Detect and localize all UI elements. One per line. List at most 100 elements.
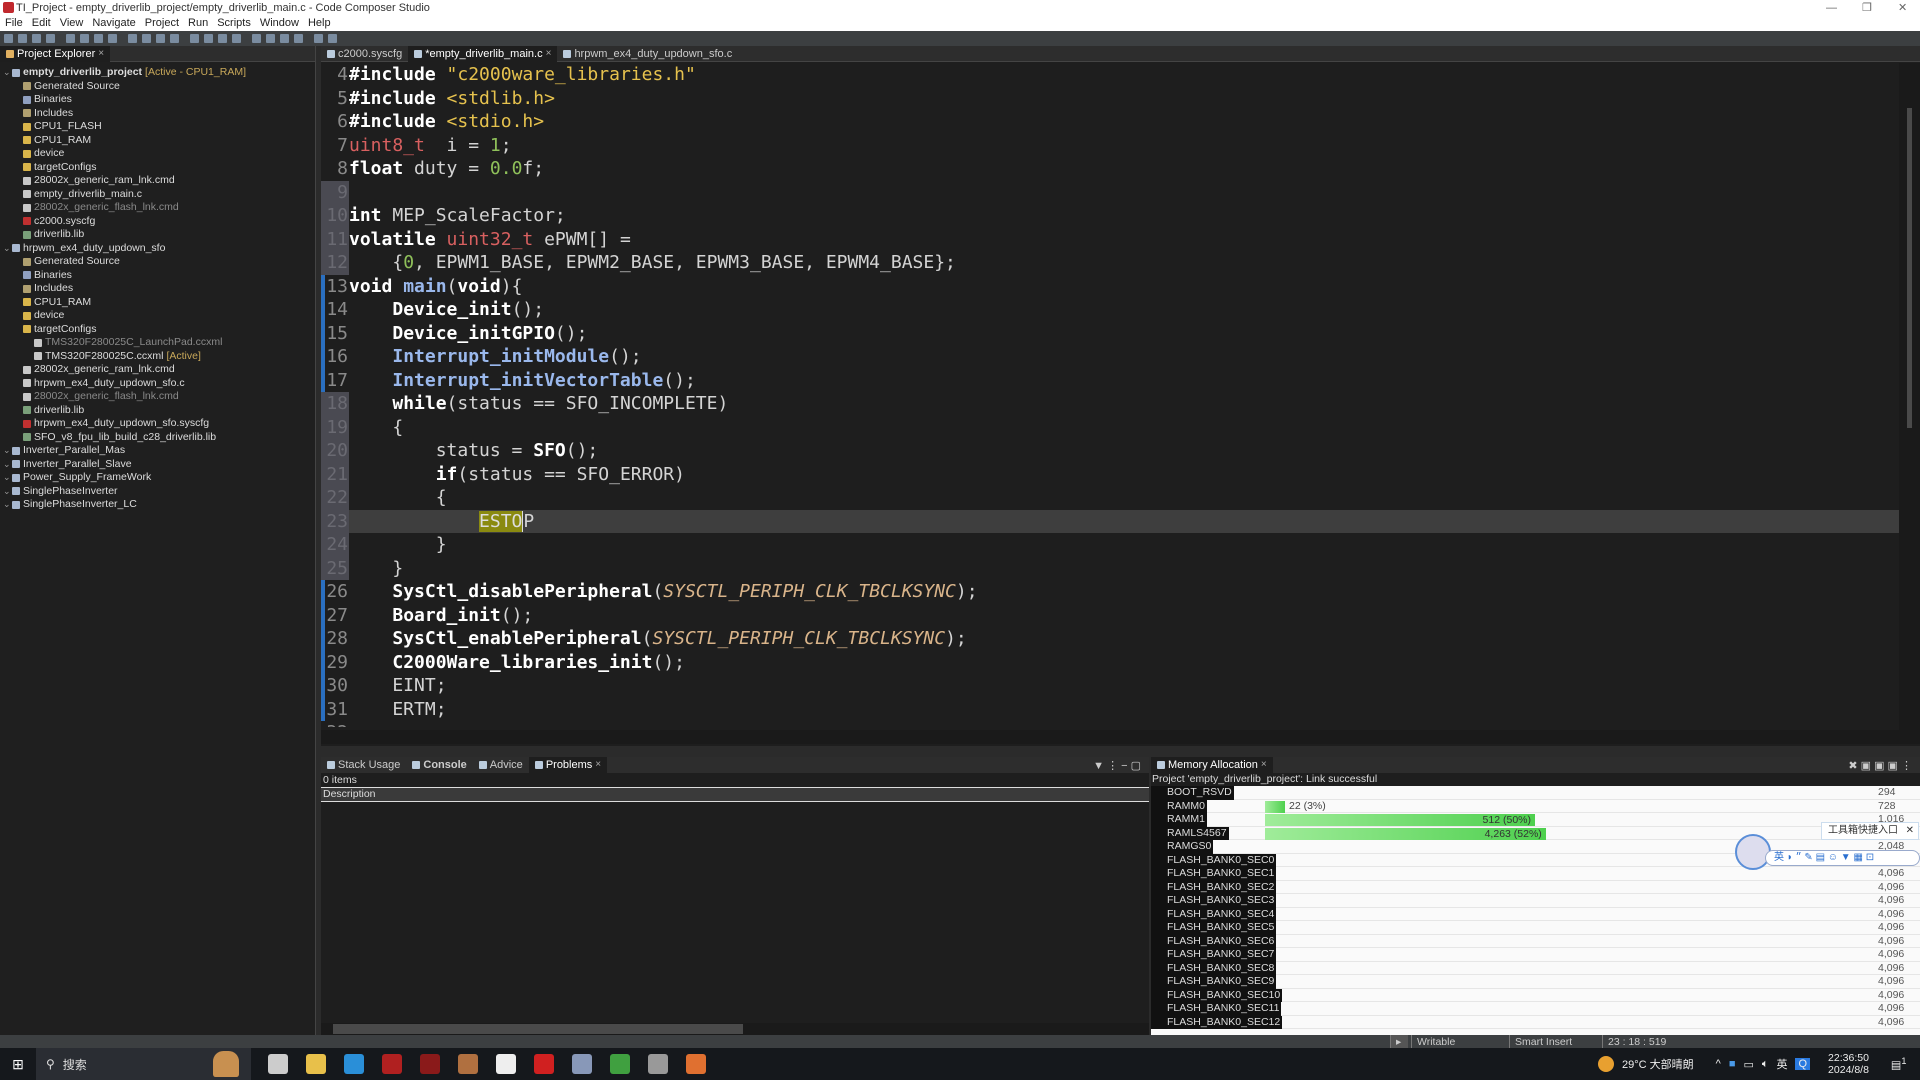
tree-item[interactable]: Includes <box>0 282 315 296</box>
close-icon[interactable]: × <box>98 46 104 62</box>
mic-app-icon[interactable] <box>686 1054 706 1074</box>
expand-arrow-icon[interactable]: ⌄ <box>3 498 11 512</box>
toolbar-button-icon[interactable] <box>46 34 55 43</box>
tree-item[interactable]: CPU1_RAM <box>0 296 315 310</box>
tree-item[interactable]: empty_driverlib_main.c <box>0 188 315 202</box>
vertical-scrollbar[interactable] <box>1899 63 1920 744</box>
tab-stack-usage[interactable]: Stack Usage <box>321 757 406 773</box>
code-line[interactable]: 27 Board_init(); <box>321 604 1899 628</box>
memory-row[interactable]: BOOT_RSVD 294 <box>1151 786 1920 800</box>
code-line[interactable]: 24 } <box>321 533 1899 557</box>
memory-row[interactable]: FLASH_BANK0_SEC3 4,096 <box>1151 894 1920 908</box>
tab-project-explorer[interactable]: Project Explorer × <box>0 45 111 62</box>
wps-app-icon[interactable] <box>496 1054 516 1074</box>
column-header-description[interactable]: Description <box>321 787 1149 802</box>
tree-item[interactable]: hrpwm_ex4_duty_updown_sfo.syscfg <box>0 417 315 431</box>
code-line[interactable]: 5 #include <stdlib.h> <box>321 87 1899 111</box>
toolbar-button-icon[interactable] <box>294 34 303 43</box>
tab-console[interactable]: Console <box>406 757 472 773</box>
code-line[interactable]: 19 { <box>321 415 1899 439</box>
start-button[interactable]: ⊞ <box>0 1056 36 1073</box>
expand-arrow-icon[interactable]: ⌄ <box>3 485 11 499</box>
volume-icon[interactable]: 🔈︎ <box>1762 1058 1769 1071</box>
tree-item[interactable]: hrpwm_ex4_duty_updown_sfo.c <box>0 377 315 391</box>
obs-app-icon[interactable] <box>648 1054 668 1074</box>
toolbar-button-icon[interactable] <box>204 34 213 43</box>
tree-item[interactable]: ⌄ SinglePhaseInverter_LC <box>0 498 315 512</box>
toolbar-button-icon[interactable] <box>94 34 103 43</box>
menu-help[interactable]: Help <box>308 16 331 31</box>
menu-project[interactable]: Project <box>145 16 179 31</box>
ime-indicator[interactable]: 英 <box>1776 1056 1787 1072</box>
memory-row[interactable]: FLASH_BANK0_SEC10 4,096 <box>1151 988 1920 1002</box>
toolbar-button-icon[interactable] <box>170 34 179 43</box>
menu-navigate[interactable]: Navigate <box>92 16 135 31</box>
tray-chevron-icon[interactable]: ^ <box>1716 1058 1721 1070</box>
toolbar-button-icon[interactable] <box>314 34 323 43</box>
tab-editor-file[interactable]: *empty_driverlib_main.c × <box>408 45 558 62</box>
tree-item[interactable]: TMS320F280025C.ccxml [Active] <box>0 350 315 364</box>
code-line[interactable]: 6 #include <stdio.h> <box>321 110 1899 134</box>
code-line[interactable]: 17 Interrupt_initVectorTable(); <box>321 369 1899 393</box>
toolbar-button-icon[interactable] <box>280 34 289 43</box>
tab-advice[interactable]: Advice <box>473 757 529 773</box>
close-icon[interactable]: ✕ <box>1906 823 1914 839</box>
file-explorer-icon[interactable] <box>306 1054 326 1074</box>
toolbar-button-icon[interactable] <box>18 34 27 43</box>
tree-item[interactable]: ⌄ Inverter_Parallel_Mas <box>0 444 315 458</box>
memory-row[interactable]: FLASH_BANK0_SEC9 4,096 <box>1151 975 1920 989</box>
tray-app-icon[interactable]: ■ <box>1729 1058 1736 1070</box>
tree-item[interactable]: Binaries <box>0 93 315 107</box>
toolbar-button-icon[interactable] <box>66 34 75 43</box>
toolbar-button-icon[interactable] <box>4 34 13 43</box>
ccs-app-icon[interactable] <box>534 1054 554 1074</box>
ime-lang[interactable]: 英 <box>1774 852 1784 863</box>
camera-app-icon[interactable] <box>572 1054 592 1074</box>
memory-row[interactable]: FLASH_BANK0_SEC4 4,096 <box>1151 907 1920 921</box>
expand-arrow-icon[interactable]: ⌄ <box>3 458 11 472</box>
tree-item[interactable]: CPU1_RAM <box>0 134 315 148</box>
tree-item[interactable]: driverlib.lib <box>0 228 315 242</box>
minimize-button[interactable]: — <box>1826 0 1837 16</box>
memory-row[interactable]: FLASH_BANK0_SEC12 4,096 <box>1151 1015 1920 1029</box>
code-line[interactable]: 11 volatile uint32_t ePWM[] = <box>321 227 1899 251</box>
tree-item[interactable]: ⌄ Inverter_Parallel_Slave <box>0 458 315 472</box>
code-line[interactable]: 31 ERTM; <box>321 698 1899 722</box>
toolbar-button-icon[interactable] <box>218 34 227 43</box>
code-line[interactable]: 10 int MEP_ScaleFactor; <box>321 204 1899 228</box>
toolbar-button-icon[interactable] <box>80 34 89 43</box>
toolbar-button-icon[interactable] <box>108 34 117 43</box>
tree-item[interactable]: device <box>0 309 315 323</box>
code-line[interactable]: 20 status = SFO(); <box>321 439 1899 463</box>
filter-icon[interactable]: ▼ ⋮ − ▢ <box>1093 759 1141 772</box>
memory-row[interactable]: FLASH_BANK0_SEC5 4,096 <box>1151 921 1920 935</box>
tree-item[interactable]: TMS320F280025C_LaunchPad.ccxml <box>0 336 315 350</box>
horizontal-scrollbar[interactable] <box>321 1023 1149 1035</box>
close-icon[interactable]: × <box>546 46 552 62</box>
horizontal-scrollbar[interactable] <box>321 730 1899 744</box>
code-line[interactable]: 9 <box>321 180 1899 204</box>
tree-item[interactable]: targetConfigs <box>0 161 315 175</box>
weather-text[interactable]: 29°C 大部晴朗 <box>1622 1056 1694 1072</box>
toolbar-button-icon[interactable] <box>252 34 261 43</box>
code-line[interactable]: 22 { <box>321 486 1899 510</box>
ime-avatar[interactable] <box>1735 834 1771 870</box>
code-line[interactable]: 32 <box>321 721 1899 727</box>
tree-item[interactable]: Binaries <box>0 269 315 283</box>
ime-tool-strip[interactable]: 英 ◗ ״ ✎ ▤ ☺ ▼ ▦ ⊡ <box>1765 850 1920 866</box>
tab-editor-file[interactable]: hrpwm_ex4_duty_updown_sfo.c <box>557 46 738 62</box>
task-view-icon[interactable] <box>268 1054 288 1074</box>
bear-app-icon[interactable] <box>458 1054 478 1074</box>
memory-row[interactable]: FLASH_BANK0_SEC7 4,096 <box>1151 948 1920 962</box>
qq-icon[interactable]: Q <box>1795 1058 1811 1070</box>
code-line[interactable]: 18 while(status == SFO_INCOMPLETE) <box>321 392 1899 416</box>
tree-item[interactable]: CPU1_FLASH <box>0 120 315 134</box>
code-line[interactable]: 16 Interrupt_initModule(); <box>321 345 1899 369</box>
tree-item[interactable]: SFO_v8_fpu_lib_build_c28_driverlib.lib <box>0 431 315 445</box>
toolbar-button-icon[interactable] <box>32 34 41 43</box>
toolbar-button-icon[interactable] <box>266 34 275 43</box>
tab-problems[interactable]: Problems × <box>528 757 608 773</box>
tab-editor-file[interactable]: c2000.syscfg <box>321 46 408 62</box>
close-button[interactable]: ✕ <box>1898 0 1907 16</box>
tree-item[interactable]: Generated Source <box>0 255 315 269</box>
